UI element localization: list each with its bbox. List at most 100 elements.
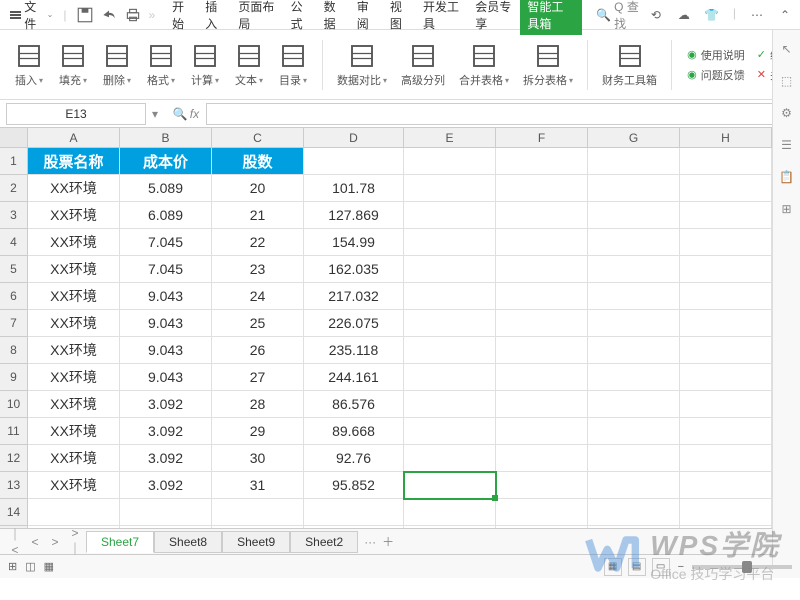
- cell-A7[interactable]: XX环境: [28, 310, 120, 337]
- name-box[interactable]: E13: [6, 103, 146, 125]
- cell-H11[interactable]: [680, 418, 772, 445]
- ribbon-拆分表格[interactable]: 拆分表格▾: [517, 41, 579, 88]
- cell-G7[interactable]: [588, 310, 680, 337]
- col-header-D[interactable]: D: [304, 128, 404, 147]
- tab-开发工具[interactable]: 开发工具: [416, 0, 468, 35]
- row-header[interactable]: 14: [0, 499, 28, 526]
- select-icon[interactable]: ⬚: [778, 72, 796, 90]
- cell-B11[interactable]: 3.092: [120, 418, 212, 445]
- cell-H6[interactable]: [680, 283, 772, 310]
- cell-G3[interactable]: [588, 202, 680, 229]
- row-header[interactable]: 5: [0, 256, 28, 283]
- row-header[interactable]: 10: [0, 391, 28, 418]
- cell-D13[interactable]: 95.852: [304, 472, 404, 499]
- cell-D4[interactable]: 154.99: [304, 229, 404, 256]
- tab-数据[interactable]: 数据: [317, 0, 350, 35]
- col-header-F[interactable]: F: [496, 128, 588, 147]
- cell-B8[interactable]: 9.043: [120, 337, 212, 364]
- ribbon-文本[interactable]: 文本▾: [228, 41, 270, 88]
- sync-icon[interactable]: ⟲: [647, 6, 665, 24]
- row-header[interactable]: 12: [0, 445, 28, 472]
- sheet-tab-Sheet2[interactable]: Sheet2: [290, 531, 358, 553]
- cell-F5[interactable]: [496, 256, 588, 283]
- add-sheet-button[interactable]: ＋: [378, 533, 398, 550]
- fx-button[interactable]: 🔍 fx: [166, 107, 206, 121]
- cell-E15[interactable]: [404, 526, 496, 528]
- cell-G14[interactable]: [588, 499, 680, 526]
- ribbon-格式[interactable]: 格式▾: [140, 41, 182, 88]
- cell-E5[interactable]: [404, 256, 496, 283]
- zoom-out-button[interactable]: −: [678, 561, 684, 573]
- namebox-dropdown-icon[interactable]: ▾: [152, 107, 166, 121]
- tab-公式[interactable]: 公式: [284, 0, 317, 35]
- col-header-G[interactable]: G: [588, 128, 680, 147]
- cell-G2[interactable]: [588, 175, 680, 202]
- cell-F7[interactable]: [496, 310, 588, 337]
- more-sheets[interactable]: ···: [364, 535, 376, 549]
- read-view-button[interactable]: ▭: [652, 558, 670, 576]
- cell-G13[interactable]: [588, 472, 680, 499]
- cell-G15[interactable]: [588, 526, 680, 528]
- cell-H8[interactable]: [680, 337, 772, 364]
- cell-F15[interactable]: [496, 526, 588, 528]
- settings-icon[interactable]: ⚙: [778, 104, 796, 122]
- col-header-E[interactable]: E: [404, 128, 496, 147]
- cell-D7[interactable]: 226.075: [304, 310, 404, 337]
- cell-H10[interactable]: [680, 391, 772, 418]
- first-sheet-button[interactable]: ｜<: [6, 526, 24, 557]
- cell-A8[interactable]: XX环境: [28, 337, 120, 364]
- row-header[interactable]: 2: [0, 175, 28, 202]
- next-sheet-button[interactable]: >: [46, 535, 64, 549]
- cell-A15[interactable]: [28, 526, 120, 528]
- ribbon-高级分列[interactable]: 高级分列: [395, 41, 451, 88]
- formula-input[interactable]: [206, 103, 794, 125]
- cell-B6[interactable]: 9.043: [120, 283, 212, 310]
- cell-C9[interactable]: 27: [212, 364, 304, 391]
- cell-D15[interactable]: [304, 526, 404, 528]
- cell-G4[interactable]: [588, 229, 680, 256]
- cloud-icon[interactable]: ☁: [675, 6, 693, 24]
- cell-E13[interactable]: [404, 472, 496, 499]
- cell-E7[interactable]: [404, 310, 496, 337]
- properties-icon[interactable]: ☰: [778, 136, 796, 154]
- cell-G9[interactable]: [588, 364, 680, 391]
- cell-D11[interactable]: 89.668: [304, 418, 404, 445]
- cell-B3[interactable]: 6.089: [120, 202, 212, 229]
- cell-E6[interactable]: [404, 283, 496, 310]
- cell-F10[interactable]: [496, 391, 588, 418]
- cell-A10[interactable]: XX环境: [28, 391, 120, 418]
- col-header-H[interactable]: H: [680, 128, 772, 147]
- cell-A9[interactable]: XX环境: [28, 364, 120, 391]
- cell-E3[interactable]: [404, 202, 496, 229]
- cell-E1[interactable]: [404, 148, 496, 175]
- print-icon[interactable]: [124, 6, 142, 24]
- page-view-button[interactable]: ▤: [628, 558, 646, 576]
- row-header[interactable]: 9: [0, 364, 28, 391]
- tab-开始[interactable]: 开始: [165, 0, 198, 35]
- cell-B2[interactable]: 5.089: [120, 175, 212, 202]
- row-header[interactable]: 11: [0, 418, 28, 445]
- col-header-B[interactable]: B: [120, 128, 212, 147]
- select-all-corner[interactable]: [0, 128, 28, 147]
- cell-C15[interactable]: [212, 526, 304, 528]
- last-sheet-button[interactable]: >｜: [66, 526, 84, 557]
- cell-H3[interactable]: [680, 202, 772, 229]
- cell-D10[interactable]: 86.576: [304, 391, 404, 418]
- cell-A12[interactable]: XX环境: [28, 445, 120, 472]
- sheet-tab-Sheet7[interactable]: Sheet7: [86, 531, 154, 553]
- row-header[interactable]: 13: [0, 472, 28, 499]
- cursor-icon[interactable]: ↖: [778, 40, 796, 58]
- cell-H13[interactable]: [680, 472, 772, 499]
- prev-sheet-button[interactable]: <: [26, 535, 44, 549]
- row-header[interactable]: 3: [0, 202, 28, 229]
- cell-F1[interactable]: [496, 148, 588, 175]
- normal-view-button[interactable]: ▦: [604, 558, 622, 576]
- cell-D8[interactable]: 235.118: [304, 337, 404, 364]
- cell-E4[interactable]: [404, 229, 496, 256]
- cell-G11[interactable]: [588, 418, 680, 445]
- cell-H4[interactable]: [680, 229, 772, 256]
- cell-A14[interactable]: [28, 499, 120, 526]
- cell-E9[interactable]: [404, 364, 496, 391]
- cell-F12[interactable]: [496, 445, 588, 472]
- cell-E2[interactable]: [404, 175, 496, 202]
